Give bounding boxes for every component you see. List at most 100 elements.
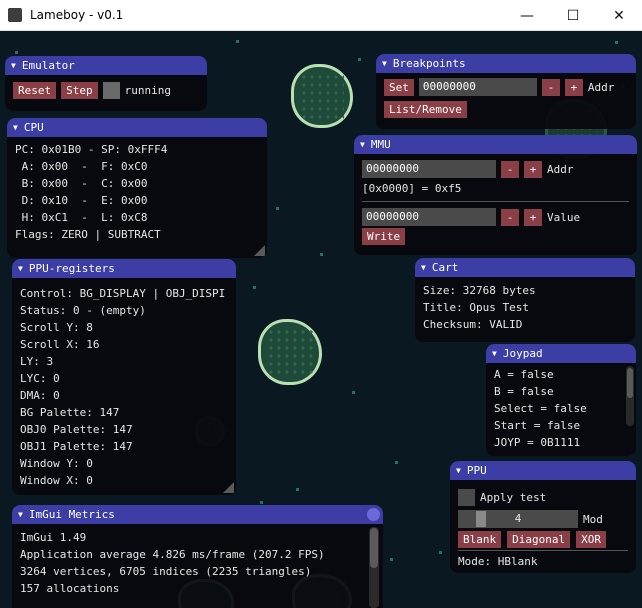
star [390,558,393,561]
joypad-scrollbar-thumb[interactable] [627,368,633,398]
mmu-read-result: [0x0000] = 0xf5 [362,182,462,195]
mmu-addr-decrement-button[interactable]: - [501,160,519,178]
collapse-arrow-icon[interactable]: ▼ [18,264,23,273]
ppu-register-line: Window Y: 0 [20,457,93,470]
imgui-metrics-window-title: ImGui Metrics [28,508,115,521]
diagonal-button[interactable]: Diagonal [507,530,571,548]
emulator-window-header[interactable]: ▼ Emulator [5,56,207,75]
joypad-state-line: Select = false [494,402,587,415]
resize-grip[interactable] [223,482,234,493]
collapse-arrow-icon[interactable]: ▼ [382,59,387,68]
star [439,551,442,554]
collapse-arrow-icon[interactable]: ▼ [11,61,16,70]
collapse-arrow-icon[interactable]: ▼ [421,263,426,272]
ppu-window: ▼ PPU Apply test 4 Mod Blank Diagonal XOR… [450,461,636,573]
ppu-register-line: OBJ1 Palette: 147 [20,440,133,453]
collapse-arrow-icon[interactable]: ▼ [18,510,23,519]
mod-label: Mod [583,512,603,526]
cpu-flags-line: Flags: ZERO | SUBTRACT [15,228,161,241]
metrics-scrollbar[interactable] [369,527,379,608]
metrics-line: Application average 4.826 ms/frame (207.… [20,548,325,561]
joypad-scrollbar[interactable] [626,366,634,426]
ppu-register-line: Scroll X: 16 [20,338,100,351]
breakpoints-window-header[interactable]: ▼ Breakpoints [376,54,636,73]
xor-button[interactable]: XOR [576,530,606,548]
running-checkbox[interactable] [102,81,120,99]
cart-size: Size: 32768 bytes [423,284,536,297]
ppu-window-header[interactable]: ▼ PPU [450,461,636,480]
divider [362,201,629,202]
metrics-scrollbar-thumb[interactable] [370,528,378,568]
ppu-registers-window: ▼ PPU-registers Control: BG_DISPLAY | OBJ… [12,259,236,495]
cpu-window-title: CPU [23,121,44,134]
mod-slider[interactable]: 4 [458,510,578,528]
step-button[interactable]: Step [61,81,98,99]
apply-test-label: Apply test [480,490,547,504]
cart-window: ▼ Cart Size: 32768 bytes Title: Opus Test… [415,258,635,342]
joypad-window-header[interactable]: ▼ Joypad [486,344,636,363]
mmu-addr-label: Addr [547,162,574,176]
cpu-window-header[interactable]: ▼ CPU [7,118,267,137]
reset-button[interactable]: Reset [13,81,57,99]
ppu-mode: Mode: HBlank [458,555,538,568]
joypad-state-line: A = false [494,368,554,381]
star [395,461,398,464]
app-icon [8,8,22,22]
cart-window-header[interactable]: ▼ Cart [415,258,635,277]
ppu-register-line: LYC: 0 [20,372,60,385]
ppu-register-line: OBJ0 Palette: 147 [20,423,133,436]
mmu-write-button[interactable]: Write [362,228,406,245]
maximize-button[interactable]: ☐ [550,0,596,31]
collapse-arrow-icon[interactable]: ▼ [492,349,497,358]
metrics-line: ImGui 1.49 [20,531,87,544]
minimize-button[interactable]: — [504,0,550,31]
cpu-register-line: A: 0x00 - F: 0xC0 [15,160,148,173]
mmu-window-title: MMU [370,138,391,151]
ppu-registers-window-header[interactable]: ▼ PPU-registers [12,259,236,278]
imgui-metrics-window: ▼ ImGui Metrics ImGui 1.49 Application av… [12,505,383,608]
mmu-addr-input[interactable]: 00000000 [362,160,496,178]
running-label: running [124,83,171,97]
joypad-state-line: B = false [494,385,554,398]
mmu-value-decrement-button[interactable]: - [501,208,519,226]
cpu-register-line: H: 0xC1 - L: 0xC8 [15,211,148,224]
star [615,41,618,44]
star [15,51,18,54]
mod-slider-value: 4 [514,512,522,525]
asteroid-sprite [291,64,353,128]
mmu-addr-increment-button[interactable]: + [524,160,542,178]
set-breakpoint-button[interactable]: Set [384,78,414,96]
ppu-registers-window-title: PPU-registers [28,262,115,275]
breakpoints-window: ▼ Breakpoints Set 00000000 - + Addr List/… [376,54,636,129]
ppu-register-line: Window X: 0 [20,474,93,487]
imgui-metrics-window-header[interactable]: ▼ ImGui Metrics [12,505,383,524]
mmu-value-input[interactable]: 00000000 [362,208,496,226]
cart-title: Title: Opus Test [423,301,529,314]
app-title: Lameboy - v0.1 [30,8,124,22]
star [236,40,239,43]
app-title-bar: Lameboy - v0.1 — ☐ ✕ [0,0,642,31]
collapse-arrow-icon[interactable]: ▼ [360,140,365,149]
breakpoint-addr-label: Addr [587,80,615,94]
collapse-arrow-icon[interactable]: ▼ [13,123,18,132]
cpu-register-line: PC: 0x01B0 - SP: 0xFFF4 [15,143,168,156]
close-button[interactable]: ✕ [596,0,642,31]
blank-button[interactable]: Blank [458,530,502,548]
breakpoint-addr-input[interactable]: 00000000 [418,78,537,96]
resize-grip[interactable] [254,245,265,256]
ppu-register-line: DMA: 0 [20,389,60,402]
close-window-icon[interactable] [367,508,380,521]
mmu-value-increment-button[interactable]: + [524,208,542,226]
ppu-window-title: PPU [466,464,487,477]
emulator-window: ▼ Emulator Reset Step running [5,56,207,111]
ppu-register-line: BG Palette: 147 [20,406,120,419]
list-remove-button[interactable]: List/Remove [384,100,467,118]
breakpoint-addr-increment-button[interactable]: + [564,78,583,96]
joypad-state-line: Start = false [494,419,581,432]
apply-test-checkbox[interactable] [458,488,475,506]
collapse-arrow-icon[interactable]: ▼ [456,466,461,475]
mmu-window-header[interactable]: ▼ MMU [354,135,637,154]
star [296,488,299,491]
breakpoint-addr-decrement-button[interactable]: - [541,78,560,96]
asteroid-sprite [258,319,322,385]
